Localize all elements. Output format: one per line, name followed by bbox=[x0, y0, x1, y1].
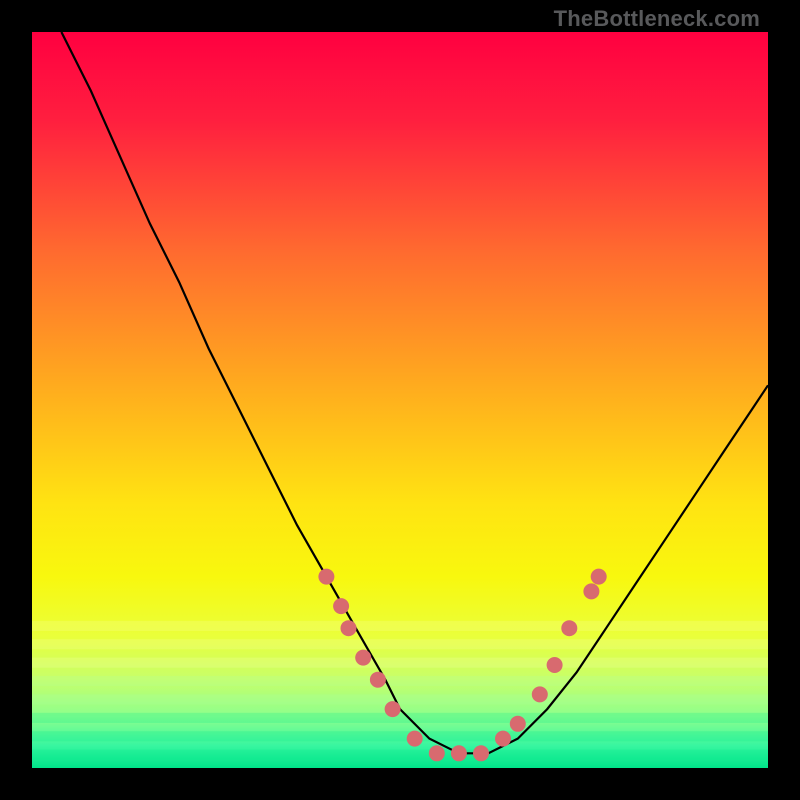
data-marker bbox=[385, 701, 401, 717]
data-marker bbox=[532, 686, 548, 702]
data-marker bbox=[561, 620, 577, 636]
data-marker bbox=[473, 745, 489, 761]
data-marker bbox=[429, 745, 445, 761]
bottleneck-chart bbox=[32, 32, 768, 768]
data-marker bbox=[495, 731, 511, 747]
data-marker bbox=[333, 598, 349, 614]
data-marker bbox=[341, 620, 357, 636]
data-marker bbox=[591, 569, 607, 585]
data-marker bbox=[510, 716, 526, 732]
data-marker bbox=[318, 569, 334, 585]
data-marker bbox=[547, 657, 563, 673]
data-marker bbox=[370, 672, 386, 688]
data-marker bbox=[583, 583, 599, 599]
data-marker bbox=[355, 650, 371, 666]
watermark-text: TheBottleneck.com bbox=[554, 6, 760, 32]
data-marker bbox=[407, 731, 423, 747]
data-marker bbox=[451, 745, 467, 761]
